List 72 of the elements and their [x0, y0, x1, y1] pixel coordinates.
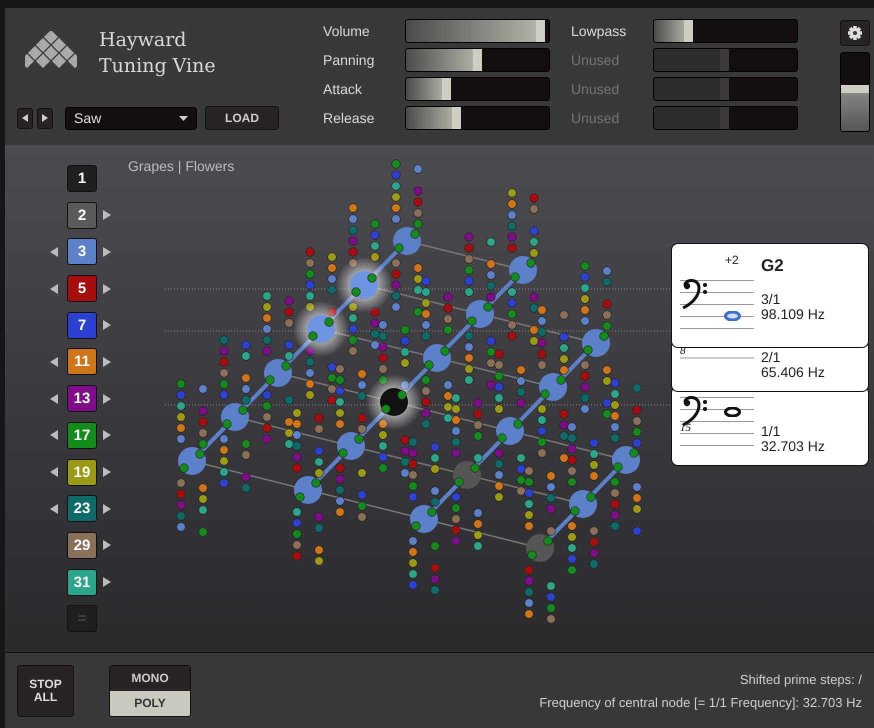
left-arrow-icon[interactable]	[50, 504, 58, 514]
previous-button[interactable]	[17, 108, 33, 128]
slider-label: Lowpass	[571, 23, 628, 39]
left-arrow-icon[interactable]	[50, 430, 58, 440]
prime-button[interactable]: 2	[67, 202, 97, 229]
right-arrow-icon[interactable]	[103, 356, 111, 367]
left-arrow-icon[interactable]	[50, 467, 58, 477]
right-arrow-icon[interactable]	[103, 540, 111, 550]
slider-label: Unused	[571, 110, 620, 126]
prime-button[interactable]: 23	[67, 495, 97, 522]
prime-button[interactable]: 17	[67, 422, 97, 449]
slider-label: Unused	[571, 52, 620, 68]
settings-button[interactable]	[840, 20, 870, 46]
prime-button[interactable]: 5	[67, 275, 97, 302]
next-button[interactable]	[37, 108, 53, 128]
right-arrow-icon[interactable]	[103, 430, 111, 440]
app-title: Tuning Vine	[99, 54, 216, 79]
left-arrow-icon[interactable]	[50, 246, 58, 257]
right-arrow-icon[interactable]	[103, 320, 111, 330]
view-mode-label: Grapes | Flowers	[128, 158, 234, 174]
prime-button[interactable]: 7	[67, 312, 97, 339]
slider-thumb[interactable]	[841, 84, 869, 93]
prime-button[interactable]: 29	[67, 532, 97, 559]
status-text: Shifted prime steps: /	[740, 672, 862, 686]
slider-label: Attack	[323, 81, 363, 97]
right-arrow-icon[interactable]	[103, 394, 111, 404]
ratio-label: 2/1	[761, 350, 782, 365]
pitch-offset: +2	[725, 253, 739, 267]
ratio-label: 1/1	[761, 424, 782, 439]
app-title: Hayward	[99, 28, 188, 53]
ratio-label: 3/1	[761, 292, 782, 307]
voice-mode-option[interactable]: POLY	[110, 690, 190, 716]
slider-track[interactable]	[405, 19, 550, 43]
right-arrow-icon[interactable]	[103, 504, 111, 514]
slider-track[interactable]	[405, 106, 550, 130]
frequency-label: 32.703 Hz	[761, 439, 825, 454]
right-triangle-icon	[42, 114, 48, 122]
left-arrow-icon[interactable]	[50, 394, 58, 404]
voice-mode-option[interactable]: MONO	[110, 666, 190, 690]
preset-dropdown[interactable]: Saw	[65, 106, 197, 130]
right-arrow-icon[interactable]	[103, 577, 111, 588]
slider-track[interactable]	[405, 77, 550, 101]
bass-clef-icon	[682, 279, 708, 309]
prime-button[interactable]: 13	[67, 385, 97, 412]
slider-track[interactable]	[653, 106, 798, 130]
slider-label: Unused	[571, 81, 620, 97]
frequency-label: 98.109 Hz	[761, 307, 825, 322]
slider-thumb[interactable]	[473, 49, 482, 71]
note-name: G2	[761, 258, 785, 273]
frequency-label: 65.406 Hz	[761, 365, 825, 380]
load-button[interactable]: LOAD	[205, 106, 279, 130]
slider-track[interactable]	[653, 48, 798, 72]
slider-label: Release	[323, 110, 376, 126]
left-arrow-icon[interactable]	[50, 356, 58, 367]
status-text: Frequency of central node [= 1/1 Frequency]: 32.703 Hz	[539, 694, 862, 710]
slider-track[interactable]	[405, 48, 550, 72]
right-arrow-icon[interactable]	[103, 210, 111, 220]
slider-track[interactable]	[653, 19, 798, 43]
master-slider-track[interactable]	[840, 52, 870, 132]
prime-button[interactable]: 3	[67, 238, 97, 266]
slider-track[interactable]	[653, 77, 798, 101]
right-arrow-icon[interactable]	[103, 246, 111, 257]
prime-button[interactable]: 1	[67, 165, 97, 192]
left-triangle-icon	[22, 114, 28, 122]
slider-label: Volume	[323, 23, 371, 39]
stop-all-button[interactable]: STOP ALL	[17, 664, 74, 716]
settings-icon	[848, 26, 862, 40]
left-arrow-icon[interactable]	[50, 284, 58, 294]
right-arrow-icon[interactable]	[103, 284, 111, 294]
right-arrow-icon[interactable]	[103, 467, 111, 477]
slider-label: Panning	[323, 52, 376, 68]
dropdown-caret-icon	[179, 116, 188, 120]
